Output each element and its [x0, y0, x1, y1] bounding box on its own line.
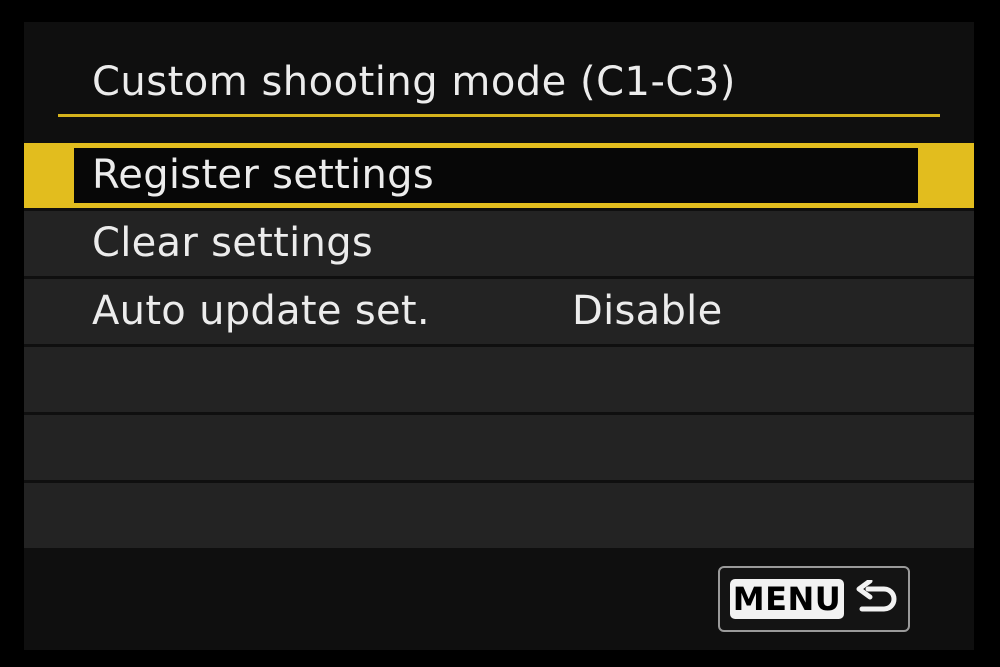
camera-menu-screen: Custom shooting mode (C1-C3) Register se… — [24, 22, 974, 650]
page-title: Custom shooting mode (C1-C3) — [92, 59, 736, 105]
menu-back-button[interactable]: MENU — [718, 566, 910, 632]
menu-item-empty — [24, 415, 974, 480]
menu-item-label: Register settings — [92, 152, 435, 198]
menu-item-label: Auto update set. — [92, 288, 430, 334]
menu-item-label: Clear settings — [92, 220, 374, 266]
menu-button-label: MENU — [730, 579, 844, 619]
menu-item-value: Disable — [572, 288, 723, 334]
menu-item-auto-update-set[interactable]: Auto update set. Disable — [24, 279, 974, 344]
menu-list: Register settings Clear settings Auto up… — [24, 143, 974, 551]
menu-item-empty — [24, 347, 974, 412]
return-arrow-icon — [856, 580, 897, 612]
menu-item-register-settings[interactable]: Register settings — [24, 143, 974, 208]
menu-item-empty — [24, 483, 974, 548]
title-divider — [58, 114, 940, 117]
menu-item-clear-settings[interactable]: Clear settings — [24, 211, 974, 276]
